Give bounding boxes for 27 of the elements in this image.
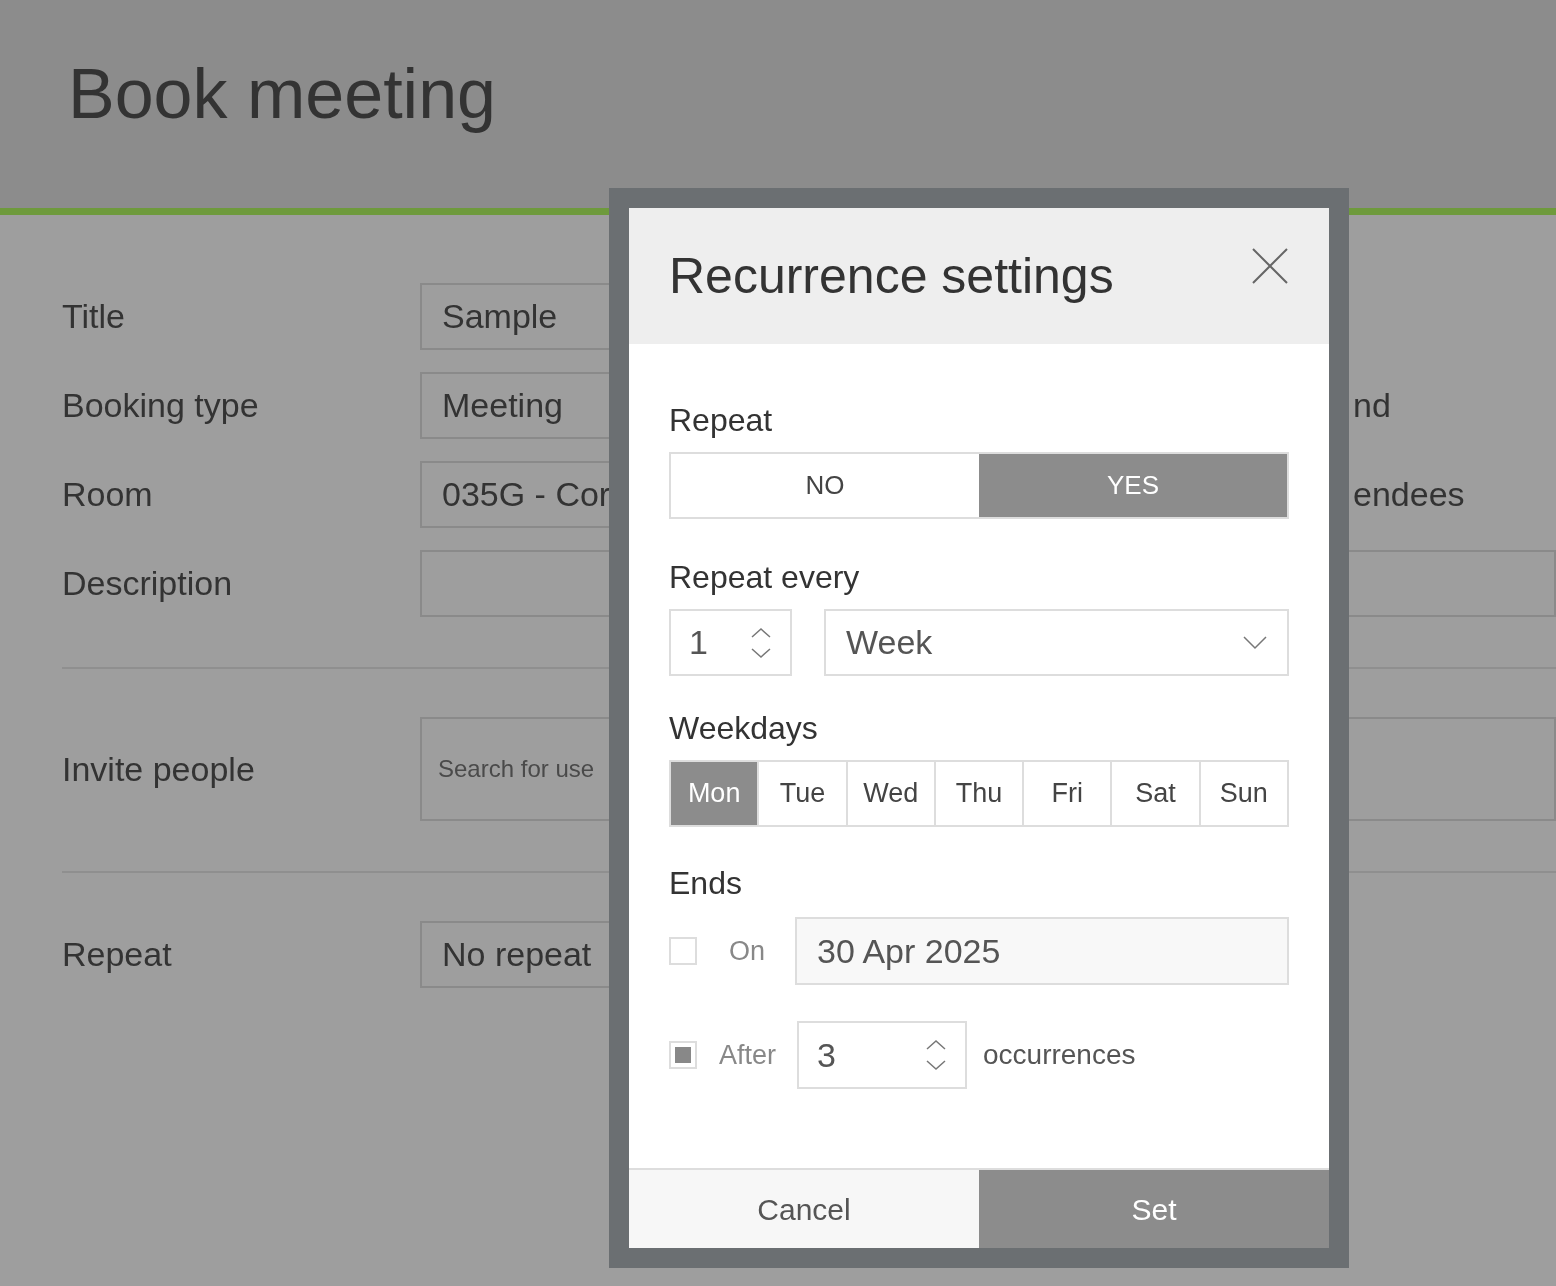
checkbox[interactable] (669, 937, 697, 965)
field-label: Description (62, 563, 234, 604)
field-label: Room (62, 474, 154, 515)
field-label: Title (62, 296, 126, 337)
section-label: Repeat (669, 401, 774, 440)
number-field[interactable]: 3 (797, 1021, 967, 1089)
spinner-icon[interactable] (925, 1037, 947, 1073)
unit-dropdown[interactable]: Week (824, 609, 1289, 676)
field-label: Repeat (62, 934, 173, 975)
cancel-button[interactable]: Cancel (629, 1170, 979, 1248)
section-label: Repeat every (669, 558, 861, 597)
option-label: After (719, 1038, 778, 1072)
option-label: On (729, 934, 767, 968)
section-label: Weekdays (669, 709, 819, 748)
section-label: Ends (669, 864, 743, 903)
date-field[interactable]: 30 Apr 2025 (795, 917, 1289, 985)
field-label: nd (1353, 385, 1391, 426)
number-field[interactable]: 1 (669, 609, 792, 676)
field-label: Booking type (62, 385, 260, 426)
page-title: Book meeting (68, 53, 497, 135)
dialog-title: Recurrence settings (669, 246, 1114, 306)
checkbox[interactable] (669, 1041, 697, 1069)
suffix-label: occurrences (983, 1038, 1136, 1072)
field-label: Invite people (62, 748, 256, 790)
field-label: endees (1353, 474, 1465, 515)
close-icon[interactable] (1251, 247, 1289, 285)
chevron-down-icon (1243, 635, 1267, 650)
